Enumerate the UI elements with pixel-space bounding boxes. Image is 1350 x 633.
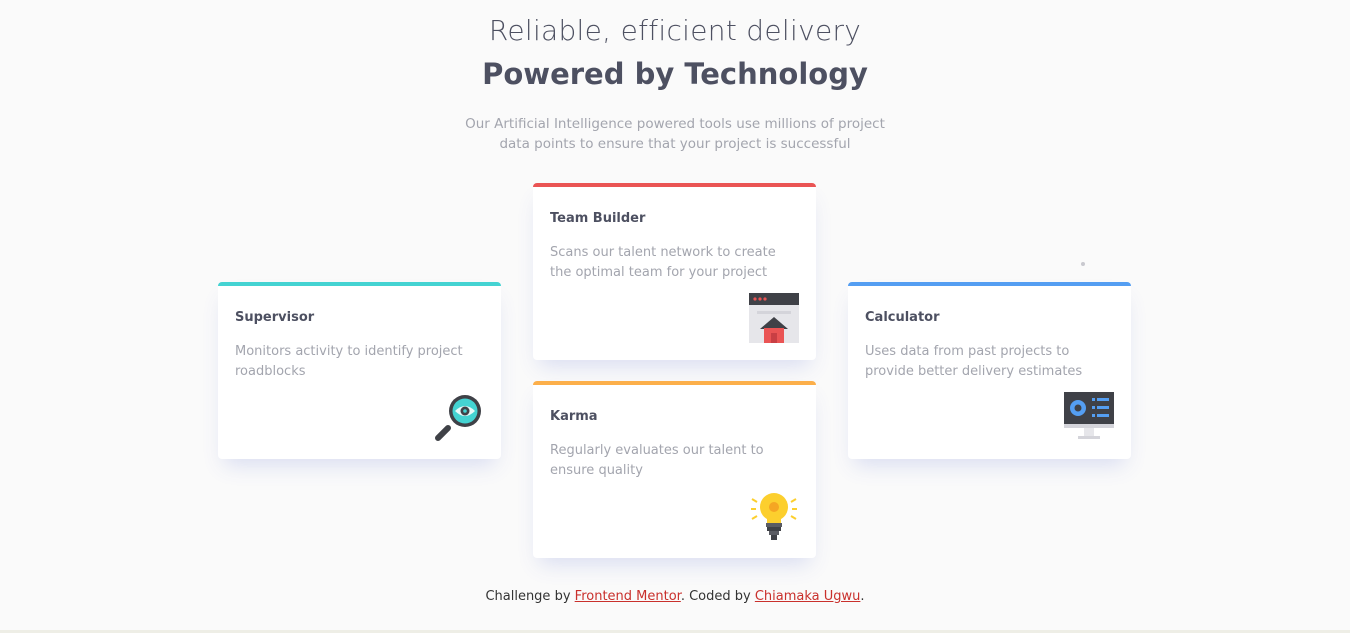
card-text: Monitors activity to identify project ro… xyxy=(235,344,463,379)
magnifier-eye-icon xyxy=(435,395,481,441)
card-title: Team Builder xyxy=(550,211,646,226)
card-text: Scans our talent network to create the o… xyxy=(550,245,776,280)
monitor-chart-icon xyxy=(1064,392,1114,439)
decorative-dot xyxy=(1081,262,1085,266)
calculator-card: Calculator Uses data from past projects … xyxy=(848,282,1131,459)
card-title: Karma xyxy=(550,409,598,424)
frontend-mentor-link[interactable]: Frontend Mentor xyxy=(575,589,681,604)
team-builder-card: Team Builder Scans our talent network to… xyxy=(533,183,816,360)
browser-house-icon xyxy=(749,293,799,343)
page-intro: Our Artificial Intelligence powered tool… xyxy=(465,116,885,152)
author-link[interactable]: Chiamaka Ugwu xyxy=(755,589,861,604)
attribution-footer: Challenge by Frontend Mentor. Coded by C… xyxy=(0,589,1350,604)
page-title: Powered by Technology xyxy=(482,57,868,91)
footer-suffix: . xyxy=(860,589,865,604)
lightbulb-icon xyxy=(751,493,797,540)
karma-card: Karma Regularly evaluates our talent to … xyxy=(533,381,816,558)
card-text: Regularly evaluates our talent to ensure… xyxy=(550,443,764,478)
page: Reliable, efficient delivery Powered by … xyxy=(0,0,1350,633)
footer-middle: . Coded by xyxy=(680,589,755,604)
supervisor-card: Supervisor Monitors activity to identify… xyxy=(218,282,501,459)
page-subtitle: Reliable, efficient delivery xyxy=(488,14,862,47)
footer-prefix: Challenge by xyxy=(485,589,575,604)
card-text: Uses data from past projects to provide … xyxy=(865,344,1083,379)
card-title: Supervisor xyxy=(235,310,315,325)
card-title: Calculator xyxy=(865,310,940,325)
